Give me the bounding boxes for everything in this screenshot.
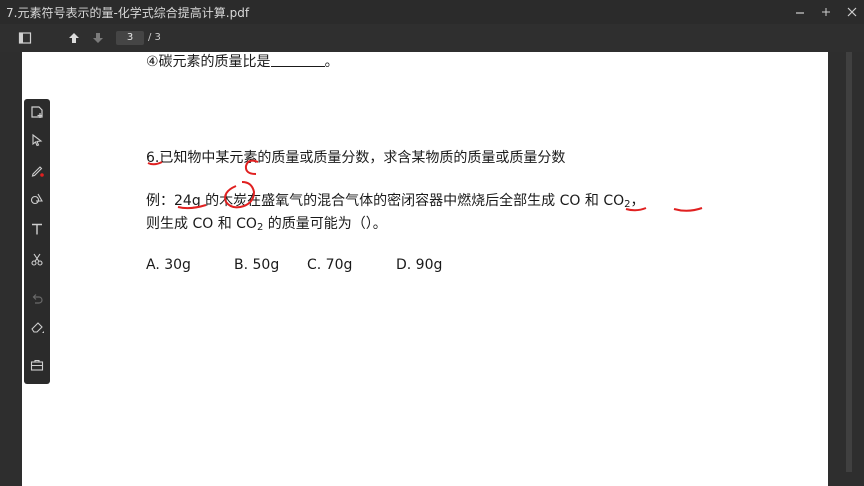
- page-up-icon[interactable]: [66, 30, 82, 46]
- annotation-tool-panel: [24, 99, 50, 384]
- co2-underline: [673, 207, 703, 212]
- page-down-icon[interactable]: [90, 30, 106, 46]
- co-underline: [625, 207, 647, 212]
- pdf-page: ④碳元素的质量比是。 6.已知物中某元素的质量或质量分数，求含某物质的质量或质量…: [22, 52, 828, 486]
- toolbar: 3 / 3: [0, 24, 864, 52]
- handwritten-c-mark: [244, 159, 259, 175]
- mass-underline: [177, 204, 207, 210]
- heading-number-underline: [147, 161, 163, 166]
- window-title: 7.元素符号表示的量-化学式综合提高计算.pdf: [6, 5, 250, 20]
- pen-icon[interactable]: [29, 162, 45, 178]
- shapes-icon[interactable]: [29, 191, 45, 207]
- undo-icon[interactable]: [29, 291, 45, 307]
- ink-annotations: [147, 159, 703, 212]
- page-total: / 3: [148, 32, 161, 43]
- text-icon[interactable]: [29, 221, 45, 237]
- select-cursor-icon[interactable]: [29, 132, 45, 148]
- page-number-input[interactable]: 3: [116, 31, 144, 45]
- add-page-icon[interactable]: [29, 104, 45, 120]
- restore-icon[interactable]: [820, 6, 832, 18]
- sidebar-toggle-icon[interactable]: [17, 30, 33, 46]
- window-controls: [794, 0, 858, 24]
- close-icon[interactable]: [846, 6, 858, 18]
- minimize-icon[interactable]: [794, 6, 806, 18]
- scissors-icon[interactable]: [29, 251, 45, 267]
- vertical-scrollbar[interactable]: [846, 52, 852, 472]
- eraser-icon[interactable]: [29, 319, 45, 335]
- toolbox-icon[interactable]: [29, 357, 45, 373]
- charcoal-circle: [224, 181, 256, 209]
- title-bar: 7.元素符号表示的量-化学式综合提高计算.pdf: [0, 0, 864, 24]
